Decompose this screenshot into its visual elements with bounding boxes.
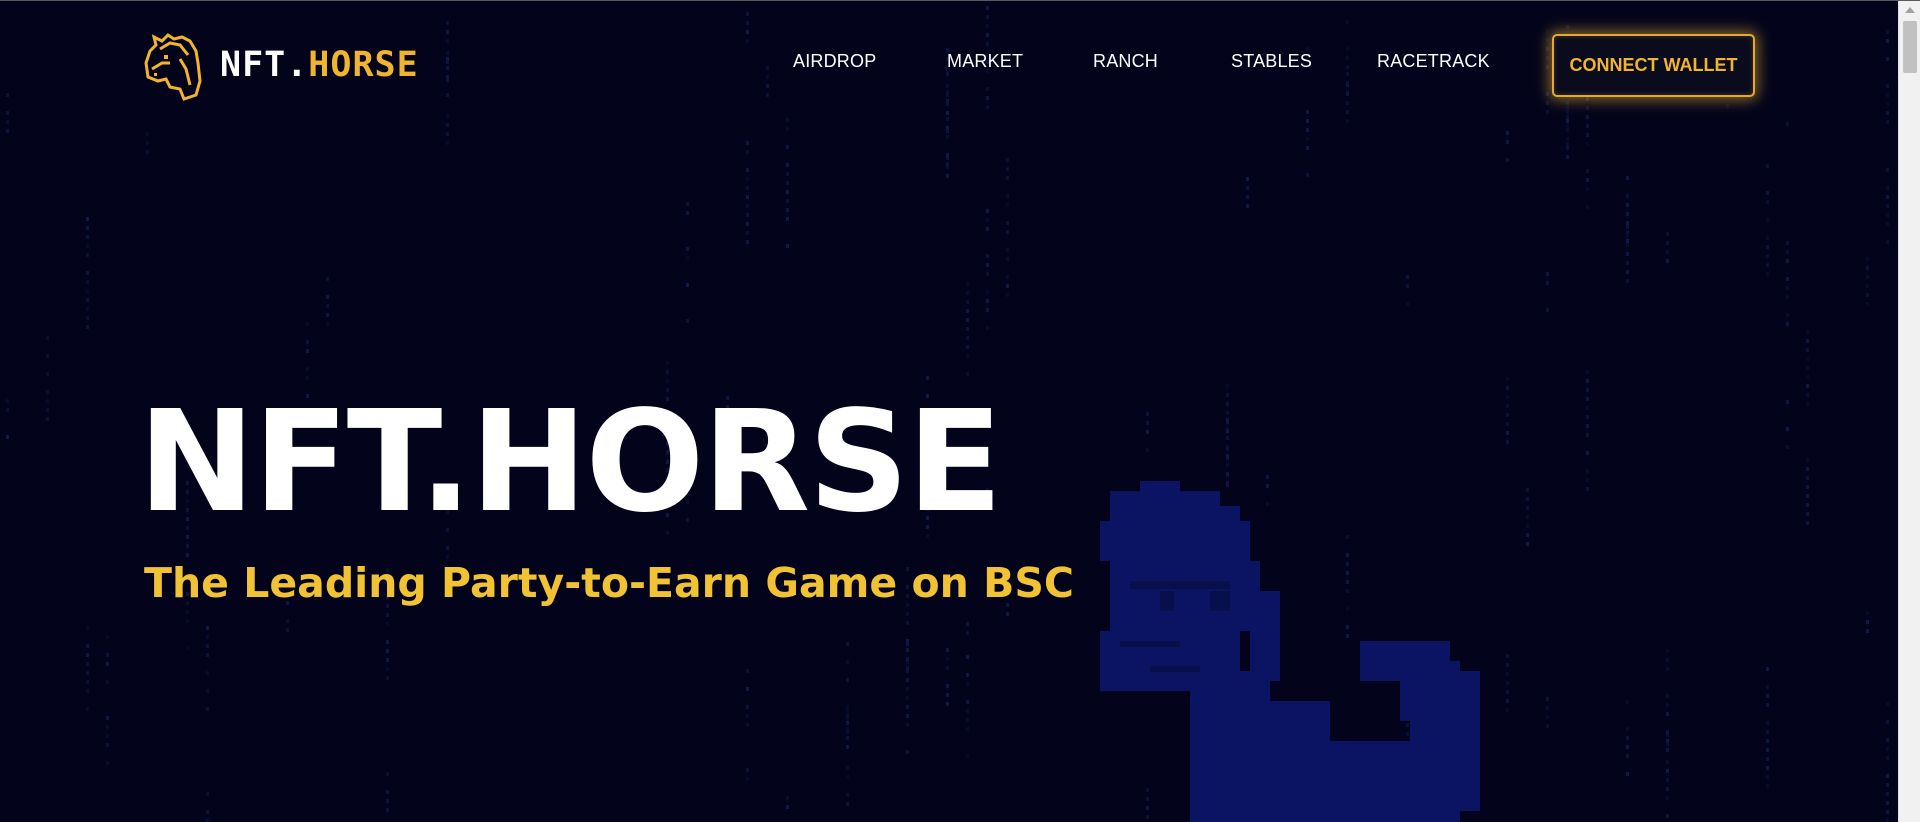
hero-title: NFT.HORSE (138, 381, 1003, 544)
page: NFT.HORSE AIRDROP MARKET RANCH STABLES R… (0, 0, 1920, 822)
connect-wallet-button[interactable]: CONNECT WALLET (1552, 34, 1755, 97)
nav-item-stables[interactable]: STABLES (1231, 51, 1312, 72)
vertical-scrollbar[interactable] (1898, 1, 1920, 822)
site-header: NFT.HORSE AIRDROP MARKET RANCH STABLES R… (0, 1, 1898, 131)
nav-item-ranch[interactable]: RANCH (1093, 51, 1158, 72)
nav-item-racetrack[interactable]: RACETRACK (1377, 51, 1490, 72)
hero-subtitle: The Leading Party-to-Earn Game on BSC (144, 559, 1074, 607)
scrollbar-thumb[interactable] (1903, 21, 1917, 73)
pixel-horse-silhouette (1100, 481, 1480, 822)
scroll-up-arrow-icon[interactable] (1905, 7, 1915, 13)
nav-item-airdrop[interactable]: AIRDROP (793, 51, 876, 72)
nav-item-market[interactable]: MARKET (947, 51, 1023, 72)
